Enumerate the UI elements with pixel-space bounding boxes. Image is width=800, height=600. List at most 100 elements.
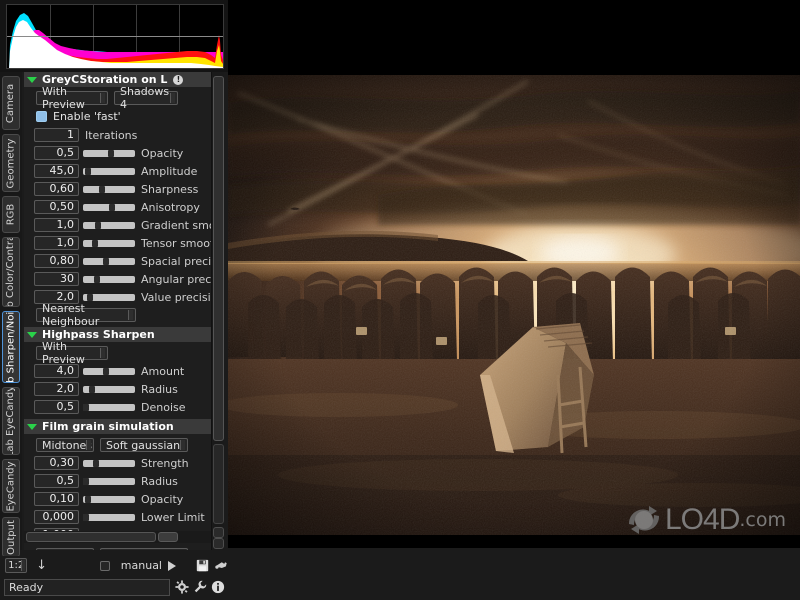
param-row-sharpness[interactable]: 0,60 Sharpness: [34, 181, 211, 197]
interpolation-combo[interactable]: Nearest Neighbour: [36, 302, 136, 328]
slider-handle[interactable]: [103, 257, 109, 265]
chevron-down-icon[interactable]: [128, 310, 133, 320]
slider-track[interactable]: [83, 149, 135, 157]
slider-track[interactable]: [83, 403, 135, 411]
sidebar-item-lab-eyecandy[interactable]: Lab EyeCandy: [2, 387, 20, 455]
sidebar-item-rgb[interactable]: RGB: [2, 196, 20, 233]
value-input[interactable]: 1,0: [34, 218, 79, 232]
slider-track[interactable]: [83, 239, 135, 247]
sidebar-item-eyecandy[interactable]: EyeCandy: [2, 459, 20, 513]
sidebar-item-camera[interactable]: Camera: [2, 76, 20, 130]
param-row-denoise[interactable]: 0,5 Denoise: [34, 399, 211, 415]
grain-tones-combo-2[interactable]: Midtones: [36, 548, 94, 550]
slider-handle[interactable]: [83, 513, 89, 521]
slider-handle[interactable]: [85, 495, 91, 503]
slider-track[interactable]: [83, 459, 135, 467]
collapse-triangle-icon[interactable]: [27, 331, 37, 338]
param-row-strength[interactable]: 0,30 Strength: [34, 455, 211, 471]
param-row-grain-radius[interactable]: 0,5 Radius: [34, 473, 211, 489]
slider-handle[interactable]: [95, 221, 101, 229]
slider-handle[interactable]: [99, 185, 105, 193]
section-header-film-grain[interactable]: Film grain simulation: [24, 419, 211, 434]
chevron-down-icon[interactable]: [21, 560, 26, 571]
pipe-icon[interactable]: [214, 558, 228, 574]
value-input[interactable]: 0,000: [34, 510, 79, 524]
slider-handle[interactable]: [87, 293, 93, 301]
chevron-down-icon[interactable]: [170, 93, 175, 103]
shadows-combo[interactable]: Shadows 4: [114, 85, 178, 111]
param-row-amplitude[interactable]: 45,0 Amplitude: [34, 163, 211, 179]
slider-track[interactable]: [83, 367, 135, 375]
slider-track[interactable]: [83, 221, 135, 229]
image-canvas[interactable]: LO4D .com: [228, 0, 800, 548]
param-row-radius[interactable]: 2,0 Radius: [34, 381, 211, 397]
value-input[interactable]: 0,30: [34, 456, 79, 470]
slider-handle[interactable]: [92, 239, 98, 247]
slider-track[interactable]: [83, 293, 135, 301]
slider-handle[interactable]: [94, 275, 100, 283]
param-row-opacity[interactable]: 0,5 Opacity: [34, 145, 211, 161]
checkbox-icon[interactable]: [36, 110, 47, 122]
run-pipeline-icon[interactable]: [168, 560, 176, 571]
slider-handle[interactable]: [85, 167, 91, 175]
slider-track[interactable]: [83, 167, 135, 175]
preview-mode-combo[interactable]: With Preview: [36, 85, 108, 111]
value-input[interactable]: 4,0: [34, 364, 79, 378]
slider-track[interactable]: [83, 203, 135, 211]
value-input[interactable]: 1: [34, 128, 79, 142]
param-row-angular-precision[interactable]: 30 Angular precision: [34, 271, 211, 287]
collapse-triangle-icon[interactable]: [27, 76, 37, 83]
value-input[interactable]: 0,5: [34, 474, 79, 488]
param-row-iterations[interactable]: 1 Iterations: [34, 127, 211, 143]
slider-track[interactable]: [83, 477, 135, 485]
slider-track[interactable]: [83, 495, 135, 503]
grain-type-combo[interactable]: Soft gaussian: [100, 438, 188, 452]
save-icon[interactable]: [196, 558, 209, 574]
value-input[interactable]: 1,0: [34, 236, 79, 250]
value-input[interactable]: 0,80: [34, 254, 79, 268]
value-input[interactable]: 0,5: [34, 146, 79, 160]
preview-mode-combo[interactable]: With Preview: [36, 340, 108, 366]
chevron-down-icon[interactable]: [86, 440, 91, 450]
sidebar-item-lab-color-contrast[interactable]: Lab Color/Contrast: [2, 237, 20, 307]
slider-track[interactable]: [83, 257, 135, 265]
value-input[interactable]: 0,60: [34, 182, 79, 196]
param-row-anisotropy[interactable]: 0,50 Anisotropy: [34, 199, 211, 215]
param-row-lower-limit[interactable]: 0,000 Lower Limit: [34, 509, 211, 525]
sidebar-item-geometry[interactable]: Geometry: [2, 134, 20, 192]
sidebar-item-lab-sharpen-noise[interactable]: Lab Sharpen/Noise: [2, 311, 20, 383]
slider-track[interactable]: [83, 275, 135, 283]
info-icon[interactable]: [210, 579, 226, 595]
value-input[interactable]: 2,0: [34, 382, 79, 396]
slider-handle[interactable]: [103, 367, 109, 375]
sidebar-item-output[interactable]: Output: [2, 517, 20, 557]
wrench-icon[interactable]: [192, 579, 208, 595]
gear-icon[interactable]: [174, 579, 190, 595]
slider-handle[interactable]: [109, 203, 115, 211]
chevron-down-icon[interactable]: [100, 348, 105, 358]
scrollbar-track-lower[interactable]: [213, 444, 224, 524]
value-input[interactable]: 45,0: [34, 164, 79, 178]
param-row-spacial-precision[interactable]: 0,80 Spacial precision: [34, 253, 211, 269]
param-row-gradient-smoothness[interactable]: 1,0 Gradient smoothn: [34, 217, 211, 233]
histogram[interactable]: [6, 4, 224, 69]
zoom-level-combo[interactable]: 1:2: [5, 558, 28, 573]
slider-handle[interactable]: [83, 403, 89, 411]
grain-tones-combo[interactable]: Midtones: [36, 438, 94, 452]
panel-scrollbar[interactable]: [211, 72, 224, 550]
value-input[interactable]: 0,5: [34, 400, 79, 414]
hscrollbar-thumb[interactable]: [26, 532, 156, 542]
hscrollbar-button[interactable]: [158, 532, 178, 542]
scrollbar-down-button[interactable]: [213, 538, 224, 549]
chevron-down-icon[interactable]: [180, 440, 185, 450]
slider-handle[interactable]: [83, 477, 89, 485]
collapse-triangle-icon[interactable]: [27, 423, 37, 430]
fit-to-window-icon[interactable]: ↓: [35, 558, 48, 574]
param-row-grain-opacity[interactable]: 0,10 Opacity: [34, 491, 211, 507]
chevron-down-icon[interactable]: [100, 93, 105, 103]
grain-type-combo-2[interactable]: Soft gaussian: [100, 548, 188, 550]
slider-handle[interactable]: [89, 385, 95, 393]
slider-handle[interactable]: [93, 459, 99, 467]
slider-handle[interactable]: [108, 149, 114, 157]
slider-track[interactable]: [83, 185, 135, 193]
